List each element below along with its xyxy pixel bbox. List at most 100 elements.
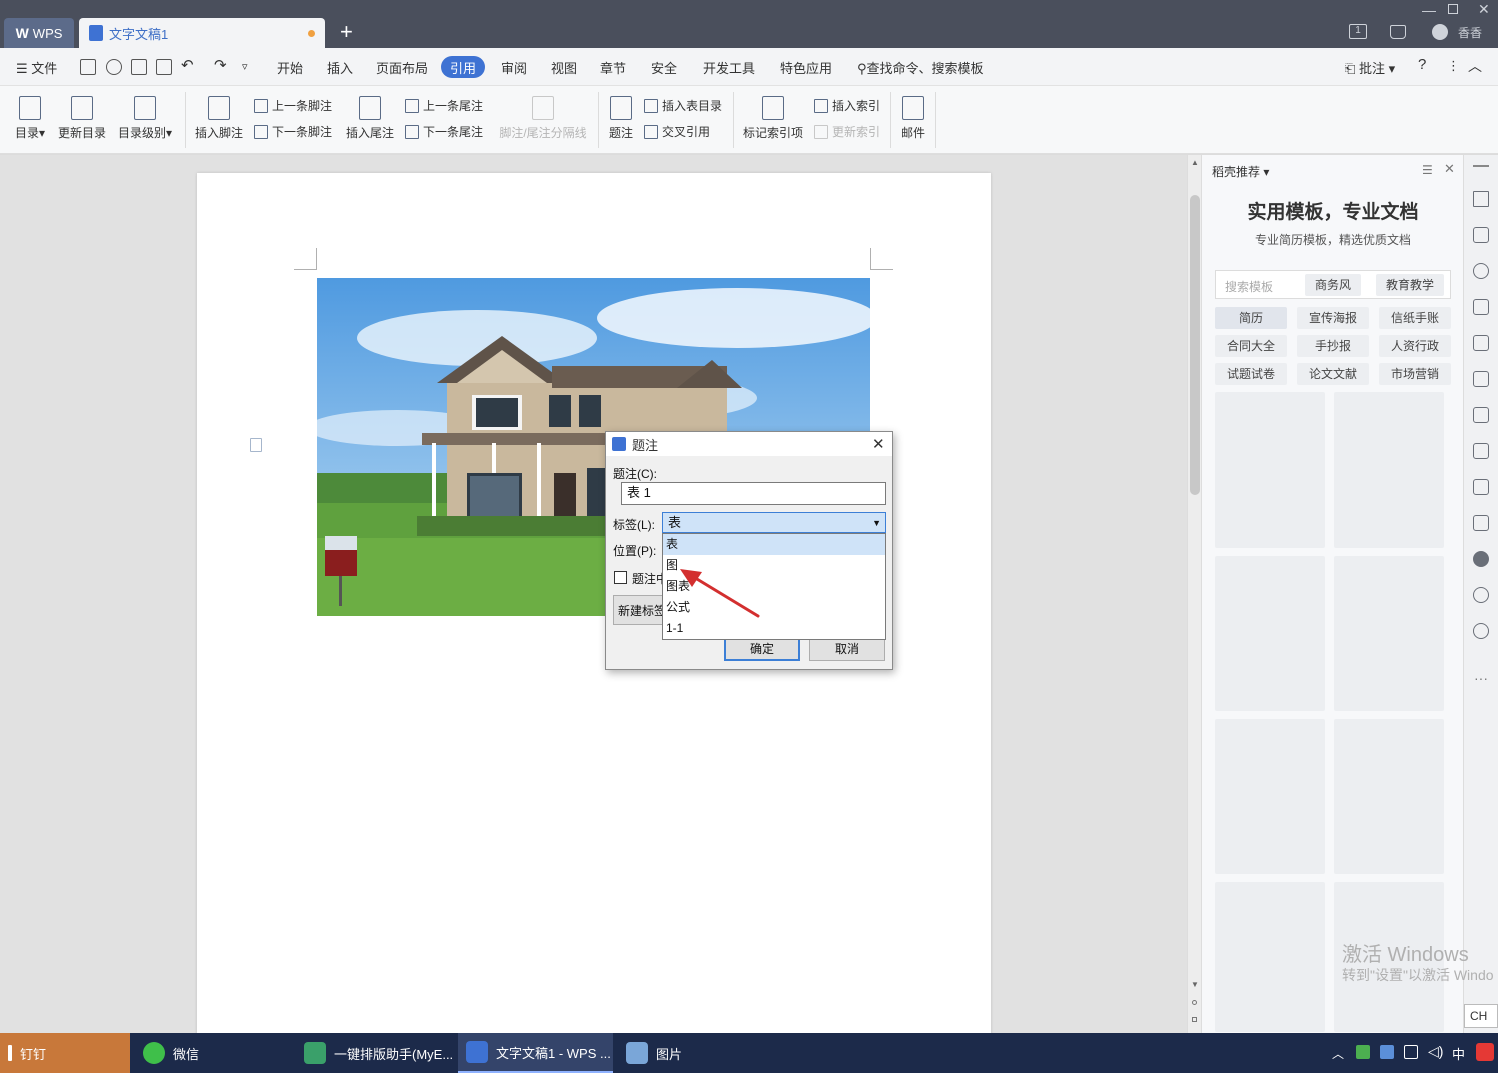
chip-handwritten[interactable]: 手抄报 xyxy=(1297,335,1369,357)
document-search-icon[interactable] xyxy=(1473,407,1489,423)
exclude-label-checkbox[interactable] xyxy=(614,571,627,584)
network-icon[interactable] xyxy=(1404,1045,1418,1059)
file-menu[interactable]: ☰ 文件 xyxy=(16,58,57,77)
template-card[interactable] xyxy=(1334,719,1444,874)
template-card[interactable] xyxy=(1215,556,1325,711)
collapse-ribbon-icon[interactable]: ︿ xyxy=(1468,56,1482,76)
help-icon[interactable]: ? xyxy=(1418,56,1426,73)
menu-security[interactable]: 安全 xyxy=(651,58,677,77)
user-name[interactable]: 香香 xyxy=(1458,24,1482,41)
maximize-icon[interactable] xyxy=(1448,4,1458,14)
tray-app-icon[interactable] xyxy=(1356,1045,1370,1059)
dialog-titlebar[interactable]: 题注 ✕ xyxy=(606,432,892,456)
input-method-indicator[interactable]: 中 xyxy=(1452,1044,1465,1063)
tray-cube-icon[interactable] xyxy=(1380,1045,1394,1059)
prev-footnote-button[interactable]: 上一条脚注 xyxy=(254,97,332,114)
chip-letter[interactable]: 信纸手账 xyxy=(1379,307,1451,329)
insert-footnote-button[interactable]: 插入脚注 xyxy=(193,96,245,141)
menu-view[interactable]: 视图 xyxy=(551,58,577,77)
minimize-icon[interactable]: — xyxy=(1422,2,1436,18)
workspace-badge[interactable]: 1 xyxy=(1349,24,1367,39)
panel-title[interactable]: 稻壳推荐 ▾ xyxy=(1212,163,1269,180)
chip-resume[interactable]: 简历 xyxy=(1215,307,1287,329)
panel-menu-icon[interactable]: ☰ xyxy=(1422,163,1433,177)
caption-button[interactable]: 题注 xyxy=(606,96,636,141)
history-icon[interactable] xyxy=(1473,587,1489,603)
quick-access-dropdown-icon[interactable]: ▿ xyxy=(242,60,248,73)
label-select[interactable]: 表 ▼ xyxy=(662,512,886,533)
template-card[interactable] xyxy=(1215,392,1325,548)
update-toc-button[interactable]: 更新目录 xyxy=(56,96,108,141)
more-tools-icon[interactable]: ··· xyxy=(1474,670,1488,686)
template-search-box[interactable]: 搜索模板 商务风 教育教学 xyxy=(1215,270,1451,299)
taskbar-item-wps[interactable]: 文字文稿1 - WPS ... xyxy=(458,1033,613,1073)
cursor-icon[interactable] xyxy=(1473,227,1489,243)
save-icon[interactable] xyxy=(80,59,96,75)
tray-chevron-up-icon[interactable]: ︿ xyxy=(1332,1045,1344,1062)
tab-document[interactable]: 文字文稿1 xyxy=(79,18,325,48)
chip-hr[interactable]: 人资行政 xyxy=(1379,335,1451,357)
table-icon[interactable] xyxy=(1473,335,1489,351)
dialog-close-icon[interactable]: ✕ xyxy=(872,435,885,453)
archive-icon[interactable] xyxy=(1473,479,1489,495)
ime-indicator[interactable]: CH xyxy=(1464,1004,1498,1028)
undo-icon[interactable]: ↶ xyxy=(181,56,194,74)
new-tab-button[interactable]: + xyxy=(340,20,353,44)
menu-review[interactable]: 审阅 xyxy=(501,58,527,77)
taskbar-item-wechat[interactable]: 微信 xyxy=(135,1033,287,1073)
search-command[interactable]: ⚲查找命令、搜索模板 xyxy=(857,58,984,77)
paragraph-marker-icon[interactable] xyxy=(250,438,262,452)
insert-index-button[interactable]: 插入索引 xyxy=(814,97,880,114)
taskbar-item-dingtalk[interactable]: 钉钉 xyxy=(0,1033,130,1073)
insert-endnote-button[interactable]: 插入尾注 xyxy=(344,96,396,141)
chip-contract[interactable]: 合同大全 xyxy=(1215,335,1287,357)
menu-developer[interactable]: 开发工具 xyxy=(703,58,755,77)
sogou-ime-icon[interactable] xyxy=(1476,1043,1494,1061)
template-card[interactable] xyxy=(1215,882,1325,1032)
chip-poster[interactable]: 宣传海报 xyxy=(1297,307,1369,329)
caption-input[interactable]: 表 1 xyxy=(621,482,886,505)
close-window-icon[interactable]: ✕ xyxy=(1478,1,1490,18)
toc-button[interactable]: 目录▾ xyxy=(10,96,50,141)
taskbar-item-myeditor[interactable]: 一键排版助手(MyE... xyxy=(296,1033,454,1073)
mark-index-button[interactable]: 标记索引项 xyxy=(741,96,805,141)
cross-reference-button[interactable]: 交叉引用 xyxy=(644,123,710,140)
insert-table-of-figures-button[interactable]: 插入表目录 xyxy=(644,97,722,114)
annotate-button[interactable]: ⎗ 批注 ▾ xyxy=(1345,58,1395,77)
translate-icon[interactable] xyxy=(1473,443,1489,459)
taskbar-item-photos[interactable]: 图片 xyxy=(618,1033,770,1073)
settings-sliders-icon[interactable] xyxy=(1473,371,1489,387)
update-index-button[interactable]: 更新索引 xyxy=(814,123,880,140)
toc-level-button[interactable]: 目录级别▾ xyxy=(115,96,175,141)
template-shield-icon[interactable] xyxy=(1473,551,1489,567)
next-page-icon[interactable] xyxy=(1192,1017,1197,1022)
avatar[interactable] xyxy=(1432,24,1448,40)
pen-icon[interactable] xyxy=(1473,191,1489,207)
menu-chapter[interactable]: 章节 xyxy=(600,58,626,77)
separator-line-button[interactable]: 脚注/尾注分隔线 xyxy=(496,96,590,141)
skin-icon[interactable] xyxy=(1390,25,1406,39)
tab-wps-home[interactable]: W WPS xyxy=(4,18,74,48)
more-options-icon[interactable]: ⋮ xyxy=(1447,58,1460,74)
next-endnote-button[interactable]: 下一条尾注 xyxy=(405,123,483,140)
scroll-down-icon[interactable]: ▼ xyxy=(1191,980,1199,989)
scrollbar-thumb[interactable] xyxy=(1190,195,1200,495)
cloud-icon[interactable] xyxy=(106,59,122,75)
panel-close-icon[interactable]: ✕ xyxy=(1444,161,1455,177)
template-card[interactable] xyxy=(1215,719,1325,874)
menu-special-apps[interactable]: 特色应用 xyxy=(780,58,832,77)
style-icon[interactable] xyxy=(1473,299,1489,315)
chip-paper[interactable]: 论文文献 xyxy=(1297,363,1369,385)
prev-page-icon[interactable] xyxy=(1192,1000,1197,1005)
image-icon[interactable] xyxy=(1473,515,1489,531)
shapes-icon[interactable] xyxy=(1473,263,1489,279)
menu-start[interactable]: 开始 xyxy=(277,58,303,77)
volume-icon[interactable]: ◁) xyxy=(1428,1043,1443,1060)
redo-icon[interactable]: ↷ xyxy=(214,56,227,74)
menu-insert[interactable]: 插入 xyxy=(327,58,353,77)
search-tag-business[interactable]: 商务风 xyxy=(1305,274,1361,296)
scroll-up-icon[interactable]: ▲ xyxy=(1191,158,1199,167)
template-card[interactable] xyxy=(1334,392,1444,548)
prev-endnote-button[interactable]: 上一条尾注 xyxy=(405,97,483,114)
print-icon[interactable] xyxy=(131,59,147,75)
